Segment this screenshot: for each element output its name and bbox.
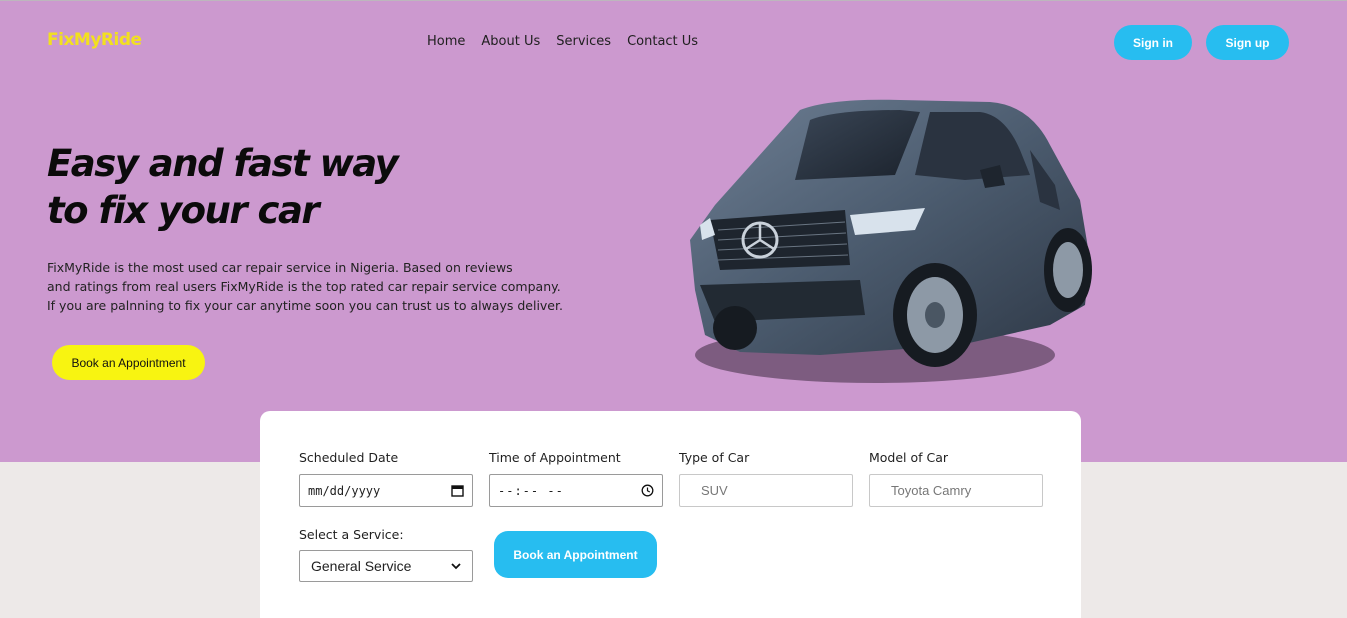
- main-nav: Home About Us Services Contact Us: [427, 34, 698, 49]
- car-type-placeholder: SUV: [701, 483, 728, 498]
- car-model-placeholder: Toyota Camry: [891, 483, 972, 498]
- hero-book-appointment-button[interactable]: Book an Appointment: [52, 345, 205, 380]
- headline-line-1: Easy and fast way: [47, 142, 399, 185]
- calendar-icon[interactable]: [451, 484, 464, 497]
- clock-icon[interactable]: [641, 484, 654, 497]
- logo[interactable]: FixMyRide: [47, 30, 142, 50]
- car-model-input[interactable]: Toyota Camry: [869, 474, 1043, 507]
- car-type-input[interactable]: SUV: [679, 474, 853, 507]
- appointment-time-label: Time of Appointment: [489, 450, 621, 465]
- appointment-time-input[interactable]: --:-- --: [489, 474, 663, 507]
- car-type-label: Type of Car: [679, 450, 750, 465]
- service-select-label: Select a Service:: [299, 527, 404, 542]
- appointment-form-card: [260, 411, 1081, 618]
- description-line-1: FixMyRide is the most used car repair se…: [47, 260, 513, 275]
- date-value: mm/dd/yyyy: [308, 483, 381, 498]
- chevron-down-icon: [451, 562, 461, 569]
- car-model-label: Model of Car: [869, 450, 949, 465]
- hero-description: FixMyRide is the most used car repair se…: [47, 258, 587, 315]
- suv-car-image: [690, 99, 1092, 383]
- sign-up-button[interactable]: Sign up: [1206, 25, 1289, 60]
- service-select[interactable]: General Service: [299, 550, 473, 582]
- form-book-appointment-button[interactable]: Book an Appointment: [494, 531, 657, 578]
- headline-line-2: to fix your car: [47, 189, 320, 232]
- nav-about-us[interactable]: About Us: [481, 34, 540, 49]
- nav-home[interactable]: Home: [427, 34, 465, 49]
- time-value: --:-- --: [498, 483, 564, 498]
- scheduled-date-label: Scheduled Date: [299, 450, 399, 465]
- description-line-3: If you are palnning to fix your car anyt…: [47, 298, 563, 313]
- nav-contact-us[interactable]: Contact Us: [627, 34, 698, 49]
- sign-in-button[interactable]: Sign in: [1114, 25, 1192, 60]
- nav-services[interactable]: Services: [556, 34, 611, 49]
- service-selected-value: General Service: [311, 558, 412, 574]
- description-line-2: and ratings from real users FixMyRide is…: [47, 279, 561, 294]
- scheduled-date-input[interactable]: mm/dd/yyyy: [299, 474, 473, 507]
- hero-headline: Easy and fast way to fix your car: [47, 140, 399, 234]
